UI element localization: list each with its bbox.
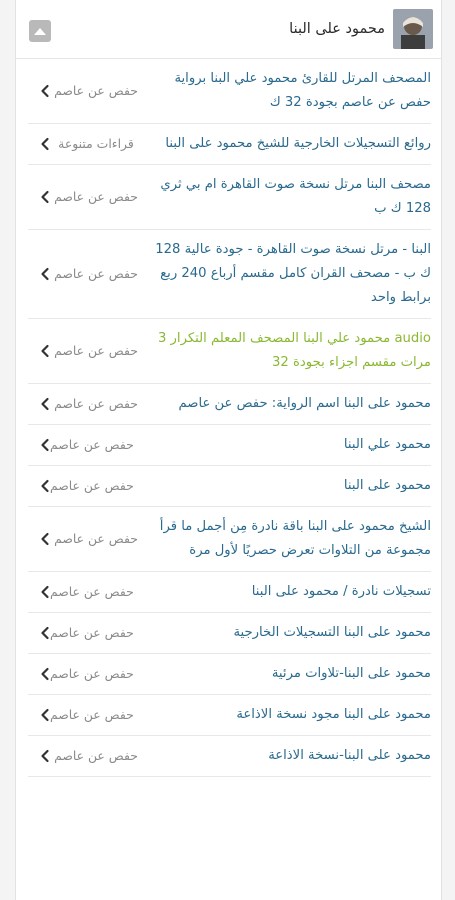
chevron-left-icon[interactable] — [32, 749, 50, 763]
recitation-title-link[interactable]: المصحف المرتل للقارئ محمود علي البنا برو… — [148, 59, 431, 123]
list-item[interactable]: محمود على البنا-تلاوات مرئية حفص عن عاصم — [28, 654, 431, 695]
chevron-left-icon[interactable] — [32, 84, 50, 98]
chevron-left-icon[interactable] — [32, 397, 50, 411]
narration-label: قراءات متنوعة — [58, 136, 134, 151]
recitation-title-link[interactable]: محمود على البنا — [140, 466, 431, 506]
chevron-left-icon[interactable] — [32, 532, 50, 546]
list-item[interactable]: محمود على البنا التسجيلات الخارجية حفص عن… — [28, 613, 431, 654]
narration-label: حفص عن عاصم — [50, 666, 134, 681]
list-item[interactable]: المصحف المرتل للقارئ محمود علي البنا برو… — [28, 59, 431, 124]
narration-label: حفص عن عاصم — [54, 531, 138, 546]
narration-label: حفص عن عاصم — [54, 396, 138, 411]
recitation-title-link[interactable]: محمود على البنا التسجيلات الخارجية — [140, 613, 431, 653]
chevron-left-icon[interactable] — [32, 438, 50, 452]
recitation-title-link[interactable]: مصحف البنا مرتل نسخة صوت القاهرة ام بي ث… — [148, 165, 431, 229]
narration-label: حفص عن عاصم — [50, 584, 134, 599]
caret-up-icon — [34, 27, 46, 35]
recitation-list: المصحف المرتل للقارئ محمود علي البنا برو… — [16, 59, 441, 777]
list-item[interactable]: تسجيلات نادرة / محمود على البنا حفص عن عا… — [28, 572, 431, 613]
narration-label: حفص عن عاصم — [54, 748, 138, 763]
chevron-left-icon[interactable] — [32, 626, 50, 640]
list-item[interactable]: روائع التسجيلات الخارجية للشيخ محمود على… — [28, 124, 431, 165]
reciter-avatar — [393, 9, 433, 49]
recitation-title-link[interactable]: محمود على البنا-تلاوات مرئية — [140, 654, 431, 694]
narration-label: حفص عن عاصم — [50, 437, 134, 452]
list-item[interactable]: محمود على البنا اسم الرواية: حفص عن عاصم… — [28, 384, 431, 425]
chevron-left-icon[interactable] — [32, 479, 50, 493]
narration-label: حفص عن عاصم — [50, 625, 134, 640]
list-item[interactable]: الشيخ محمود على البنا باقة نادرة مِن أجم… — [28, 507, 431, 572]
chevron-left-icon[interactable] — [32, 708, 50, 722]
recitation-title-link[interactable]: محمود علي البنا — [140, 425, 431, 465]
list-item[interactable]: محمود علي البنا حفص عن عاصم — [28, 425, 431, 466]
recitation-title-link[interactable]: audio محمود علي البنا المصحف المعلم التك… — [148, 319, 431, 383]
list-item[interactable]: audio محمود علي البنا المصحف المعلم التك… — [28, 319, 431, 384]
chevron-left-icon[interactable] — [32, 137, 50, 151]
list-item[interactable]: محمود على البنا مجود نسخة الاذاعة حفص عن … — [28, 695, 431, 736]
panel-header: محمود على البنا — [16, 0, 441, 59]
narration-label: حفص عن عاصم — [54, 83, 138, 98]
recitations-panel: محمود على البنا المصحف المرتل للقارئ محم… — [15, 0, 442, 900]
list-item[interactable]: مصحف البنا مرتل نسخة صوت القاهرة ام بي ث… — [28, 165, 431, 230]
chevron-left-icon[interactable] — [32, 585, 50, 599]
narration-label: حفص عن عاصم — [50, 478, 134, 493]
chevron-left-icon[interactable] — [32, 267, 50, 281]
chevron-left-icon[interactable] — [32, 190, 50, 204]
narration-label: حفص عن عاصم — [50, 707, 134, 722]
recitation-title-link[interactable]: محمود على البنا-نسخة الاذاعة — [148, 736, 431, 776]
list-item[interactable]: محمود على البنا حفص عن عاصم — [28, 466, 431, 507]
list-item[interactable]: محمود على البنا-نسخة الاذاعة حفص عن عاصم — [28, 736, 431, 777]
chevron-left-icon[interactable] — [32, 667, 50, 681]
narration-label: حفص عن عاصم — [54, 343, 138, 358]
recitation-title-link[interactable]: محمود على البنا مجود نسخة الاذاعة — [140, 695, 431, 735]
narration-label: حفص عن عاصم — [54, 266, 138, 281]
recitation-title-link[interactable]: الشيخ محمود على البنا باقة نادرة مِن أجم… — [148, 507, 431, 571]
list-item[interactable]: البنا - مرتل نسخة صوت القاهرة - جودة عال… — [28, 230, 431, 319]
recitation-title-link[interactable]: محمود على البنا اسم الرواية: حفص عن عاصم — [148, 384, 431, 424]
recitation-title-link[interactable]: تسجيلات نادرة / محمود على البنا — [140, 572, 431, 612]
recitation-title-link[interactable]: البنا - مرتل نسخة صوت القاهرة - جودة عال… — [148, 230, 431, 318]
narration-label: حفص عن عاصم — [54, 189, 138, 204]
chevron-left-icon[interactable] — [32, 344, 50, 358]
collapse-button[interactable] — [29, 20, 51, 42]
reciter-name: محمود على البنا — [289, 21, 385, 37]
recitation-title-link[interactable]: روائع التسجيلات الخارجية للشيخ محمود على… — [148, 124, 431, 164]
